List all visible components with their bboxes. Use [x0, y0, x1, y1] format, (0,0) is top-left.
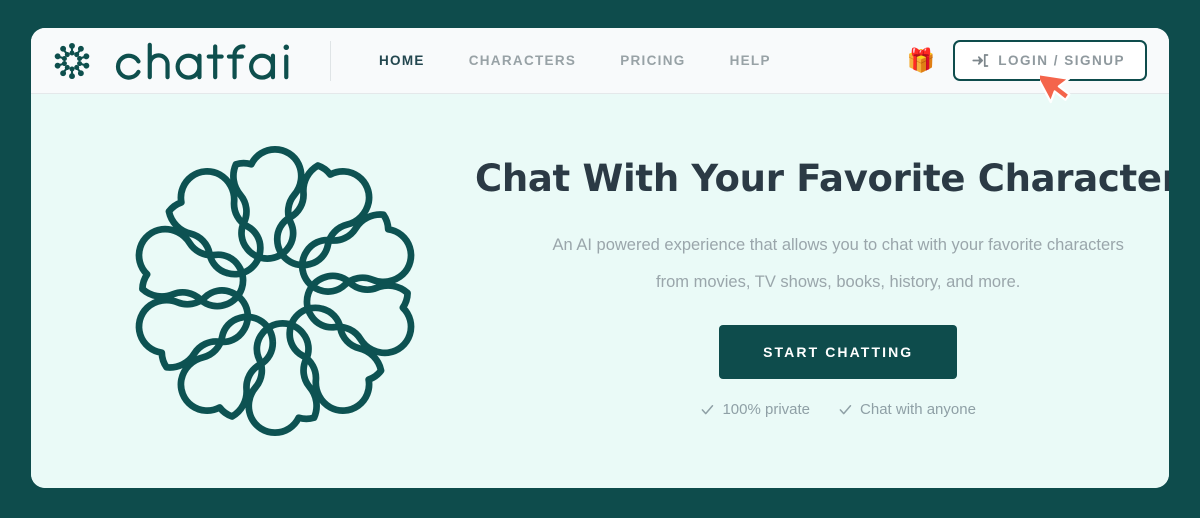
hero-subtitle: An AI powered experience that allows you… [552, 235, 1124, 254]
brand-wordmark [103, 40, 308, 82]
nav-link-help[interactable]: HELP [708, 45, 793, 76]
page-title: Chat With Your Favorite Characters [475, 157, 1169, 201]
site-header: HOME CHARACTERS PRICING HELP 🎁 LOGIN / S… [31, 28, 1169, 94]
feature-private: 100% private [700, 401, 810, 418]
brand-logo[interactable] [51, 40, 330, 82]
check-icon [838, 402, 853, 417]
page-background: HOME CHARACTERS PRICING HELP 🎁 LOGIN / S… [0, 0, 1200, 518]
app-card: HOME CHARACTERS PRICING HELP 🎁 LOGIN / S… [31, 28, 1169, 488]
nav-link-home[interactable]: HOME [357, 45, 447, 76]
nav-link-characters[interactable]: CHARACTERS [447, 45, 599, 76]
molecule-logo-icon [51, 40, 93, 82]
login-signup-button[interactable]: LOGIN / SIGNUP [953, 40, 1147, 81]
feature-chat-anyone-label: Chat with anyone [860, 400, 976, 418]
check-icon [700, 402, 715, 417]
hero-subtitle-secondary: from movies, TV shows, books, history, a… [656, 272, 1021, 291]
feature-chat-anyone: Chat with anyone [838, 401, 976, 418]
hero-illustration [75, 131, 475, 451]
gift-icon[interactable]: 🎁 [907, 49, 936, 72]
feature-private-label: 100% private [722, 400, 811, 418]
hero-content: Chat With Your Favorite Characters An AI… [475, 158, 1169, 424]
molecule-network-illustration [115, 131, 435, 451]
login-signup-label: LOGIN / SIGNUP [998, 53, 1125, 68]
nav-link-pricing[interactable]: PRICING [598, 45, 707, 76]
header-divider [330, 40, 331, 81]
header-actions: 🎁 LOGIN / SIGNUP [907, 40, 1147, 81]
sign-in-icon [972, 52, 989, 69]
start-chatting-button[interactable]: START CHATTING [719, 324, 958, 379]
hero-feature-list: 100% private Chat with anyone [700, 401, 976, 418]
main-nav: HOME CHARACTERS PRICING HELP [357, 45, 793, 76]
hero-section: Chat With Your Favorite Characters An AI… [31, 94, 1169, 488]
